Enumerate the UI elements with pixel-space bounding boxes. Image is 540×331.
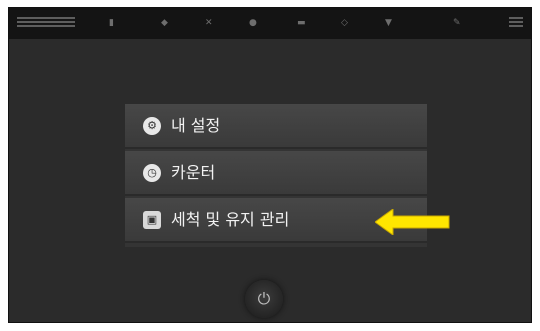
gear-icon: ⚙	[143, 117, 161, 135]
signal-icon	[17, 17, 75, 27]
device-screen: ▮ ◆ ✕ ● ▬ ◇ ▼ ✎ ⚙ 내 설정 ◷ 카운터 ▣ 세척 및 유지 관…	[8, 7, 532, 323]
status-icon-3: ✕	[205, 18, 213, 28]
menu-item-label: 내 설정	[171, 116, 221, 135]
status-icon-4: ●	[249, 18, 257, 28]
status-bar: ▮ ◆ ✕ ● ▬ ◇ ▼ ✎	[9, 8, 531, 39]
clock-icon: ◷	[143, 164, 161, 182]
menu-item-my-settings[interactable]: ⚙ 내 설정	[125, 104, 427, 149]
status-icon-8: ✎	[453, 18, 461, 28]
power-icon: ⏻	[257, 289, 271, 308]
menu-item-label: 카운터	[171, 163, 216, 182]
cleaning-icon: ▣	[143, 211, 161, 229]
status-icon-1: ▮	[109, 18, 114, 28]
status-icon-5: ▬	[297, 18, 306, 28]
status-icon-6: ◇	[341, 18, 348, 28]
menu-lines-icon	[509, 17, 523, 29]
menu-item-label: 세척 및 유지 관리	[171, 210, 290, 229]
status-icon-7: ▼	[385, 18, 392, 28]
power-button[interactable]: ⏻	[245, 280, 283, 318]
menu-item-counter[interactable]: ◷ 카운터	[125, 151, 427, 196]
status-icon-2: ◆	[161, 18, 168, 28]
pointer-arrow-icon	[375, 209, 450, 235]
